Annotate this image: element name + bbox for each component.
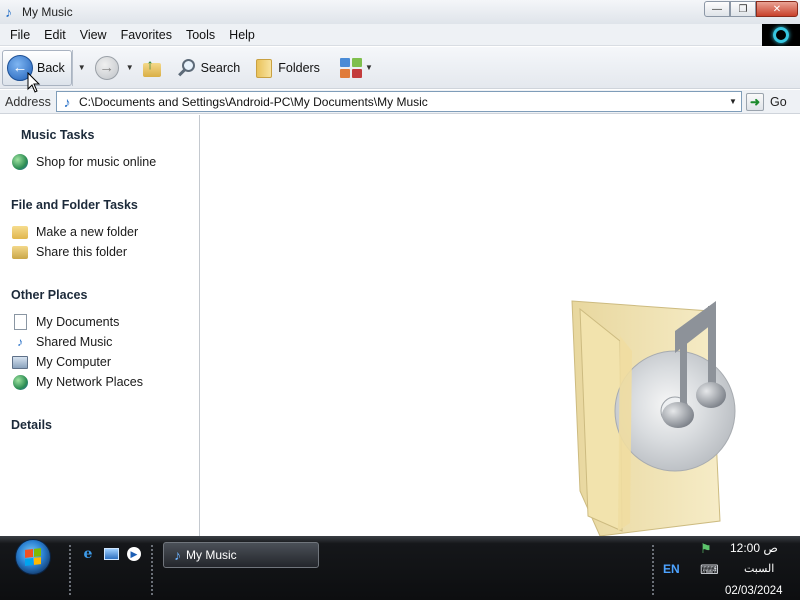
- folder-up-icon: ↑: [141, 57, 163, 79]
- taskbar-window-label: My Music: [186, 548, 237, 562]
- music-note-icon: ♪: [5, 4, 12, 20]
- minimize-button[interactable]: —: [704, 1, 730, 17]
- place-label: My Network Places: [36, 375, 143, 389]
- task-label: Make a new folder: [36, 225, 139, 239]
- close-button[interactable]: ✕: [756, 1, 798, 17]
- task-pane: Music Tasks Shop for music online File a…: [0, 115, 200, 536]
- network-globe-icon: [11, 374, 29, 390]
- toolbar: ← Back ▼ → ▼ ↑ Search Folders ▼: [0, 47, 800, 89]
- clock-time[interactable]: 12:00 ص: [730, 541, 778, 555]
- window-controls: — ❐ ✕: [704, 1, 798, 17]
- search-button[interactable]: Search: [173, 50, 245, 86]
- place-label: My Computer: [36, 355, 112, 369]
- shop-music-online-link[interactable]: Shop for music online: [11, 154, 156, 170]
- forward-button[interactable]: →: [91, 50, 123, 86]
- address-dropdown-icon[interactable]: ▼: [725, 92, 741, 111]
- taskbar-grip[interactable]: [151, 545, 154, 595]
- tray-grip[interactable]: [652, 545, 655, 595]
- media-player-icon[interactable]: ▶: [126, 546, 142, 562]
- internet-explorer-icon[interactable]: e: [80, 546, 96, 562]
- share-folder-link[interactable]: Share this folder: [11, 244, 127, 260]
- other-places-title[interactable]: Other Places: [11, 288, 87, 302]
- window-title: My Music: [22, 5, 73, 19]
- language-en-icon[interactable]: EN: [663, 562, 680, 576]
- show-desktop-icon[interactable]: [103, 546, 119, 562]
- menu-favorites[interactable]: Favorites: [114, 24, 179, 46]
- my-network-places-link[interactable]: My Network Places: [11, 374, 143, 390]
- my-computer-link[interactable]: My Computer: [11, 354, 111, 370]
- task-label: Shop for music online: [36, 155, 157, 169]
- file-list-area[interactable]: [201, 115, 800, 536]
- network-tray-icon[interactable]: ⚑: [700, 541, 712, 557]
- clock-day[interactable]: السبت: [744, 562, 774, 575]
- place-label: Shared Music: [36, 335, 113, 349]
- start-button[interactable]: [15, 539, 51, 575]
- menu-edit[interactable]: Edit: [37, 24, 73, 46]
- forward-dropdown[interactable]: ▼: [123, 63, 137, 72]
- mouse-pointer-icon: [27, 72, 41, 93]
- go-arrow-icon: ➜: [746, 92, 764, 111]
- ring-logo-icon: [773, 27, 789, 43]
- address-input[interactable]: ♪ C:\Documents and Settings\Android-PC\M…: [56, 91, 742, 112]
- search-icon: [177, 58, 197, 78]
- menu-tools[interactable]: Tools: [179, 24, 222, 46]
- music-tasks-title[interactable]: Music Tasks: [21, 128, 94, 142]
- make-new-folder-link[interactable]: Make a new folder: [11, 224, 138, 240]
- share-folder-icon: [11, 244, 29, 260]
- go-button[interactable]: ➜ Go: [746, 92, 787, 111]
- place-label: My Documents: [36, 315, 120, 329]
- clock-date[interactable]: 02/03/2024: [725, 585, 783, 597]
- quicklaunch-grip[interactable]: [69, 545, 72, 595]
- task-label: Share this folder: [36, 245, 128, 259]
- address-bar: Address ♪ C:\Documents and Settings\Andr…: [0, 90, 800, 114]
- title-bar: ♪ My Music — ❐ ✕: [0, 0, 800, 24]
- menu-help[interactable]: Help: [222, 24, 262, 46]
- computer-icon: [11, 354, 29, 370]
- folders-button[interactable]: Folders: [250, 50, 324, 86]
- chevron-down-icon: ▼: [77, 63, 86, 72]
- globe-icon: [11, 154, 29, 170]
- details-title[interactable]: Details: [11, 418, 52, 432]
- music-note-icon: ♪: [17, 335, 23, 349]
- menu-bar: File Edit View Favorites Tools Help: [0, 24, 800, 46]
- views-grid-icon: [339, 57, 362, 78]
- chevron-down-icon: ▼: [364, 63, 373, 72]
- menu-file[interactable]: File: [0, 24, 37, 46]
- forward-arrow-icon: →: [94, 55, 119, 80]
- views-button[interactable]: ▼: [336, 50, 380, 86]
- taskbar-window-my-music[interactable]: ♪ My Music: [163, 542, 319, 568]
- back-label: Back: [37, 60, 65, 75]
- music-note-icon: ♪: [174, 547, 181, 563]
- search-label: Search: [200, 60, 241, 75]
- taskbar: e ▶ ♪ My Music EN ⚑ ⌨ 12:00 ص السبت 02/0…: [0, 536, 800, 600]
- keyboard-tray-icon[interactable]: ⌨: [700, 562, 719, 578]
- my-documents-link[interactable]: My Documents: [11, 314, 119, 330]
- go-label: Go: [770, 94, 787, 109]
- shared-music-link[interactable]: ♪ Shared Music: [11, 334, 112, 350]
- music-folder-watermark-icon: [571, 300, 736, 536]
- restore-button[interactable]: ❐: [730, 1, 756, 17]
- up-folder-button[interactable]: ↑: [137, 50, 167, 86]
- file-folder-tasks-title[interactable]: File and Folder Tasks: [11, 198, 138, 212]
- music-note-icon: ♪: [63, 93, 71, 110]
- new-folder-icon: [11, 224, 29, 240]
- menu-view[interactable]: View: [73, 24, 114, 46]
- address-label: Address: [5, 94, 51, 109]
- folders-icon: [254, 57, 274, 79]
- address-path: C:\Documents and Settings\Android-PC\My …: [79, 94, 428, 109]
- back-dropdown[interactable]: ▼: [71, 49, 91, 86]
- windows-throbber-logo: [762, 24, 800, 46]
- document-icon: [11, 314, 29, 330]
- windows-logo-icon: [25, 548, 41, 566]
- folders-label: Folders: [278, 60, 320, 75]
